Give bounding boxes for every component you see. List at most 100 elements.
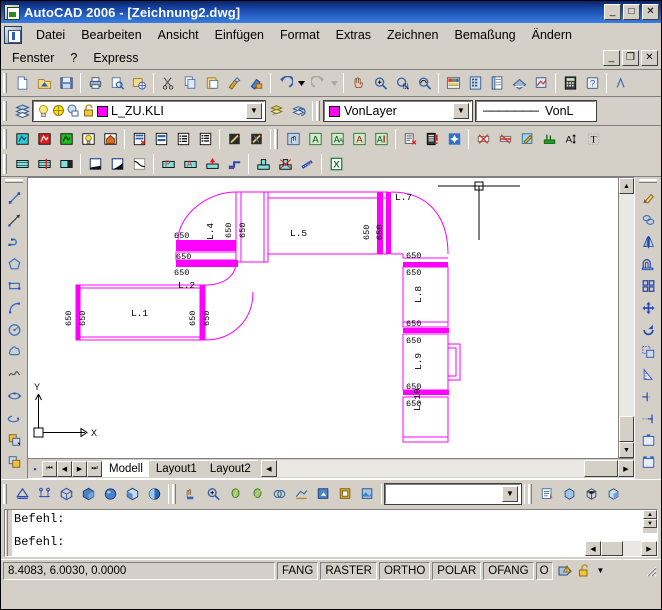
tab-last-button[interactable]: ⏭: [87, 460, 102, 477]
undo-dropdown-icon[interactable]: [296, 72, 307, 94]
list-new-icon[interactable]: [128, 128, 150, 150]
menu-ansicht[interactable]: Ansicht: [150, 26, 207, 44]
zoom-render-icon[interactable]: [202, 483, 224, 505]
draw-toolbar-grip[interactable]: [5, 179, 23, 185]
layer-toolbar-grip[interactable]: [3, 101, 9, 121]
tab-first-button[interactable]: ⏮: [42, 460, 57, 477]
command-hscroll-left-button[interactable]: ◀: [585, 541, 601, 556]
tee-icon[interactable]: [252, 153, 274, 175]
hscroll-track[interactable]: [276, 460, 584, 477]
make-object-layer-current-icon[interactable]: [265, 100, 287, 122]
kli-red-icon[interactable]: [33, 128, 55, 150]
plot-preview-icon[interactable]: [106, 72, 128, 94]
maximize-button[interactable]: □: [623, 4, 640, 20]
menu-einfuegen[interactable]: Einfügen: [207, 26, 272, 44]
menu-fenster[interactable]: Fenster: [4, 49, 62, 67]
properties-icon[interactable]: [442, 72, 464, 94]
rotate-icon[interactable]: [637, 319, 659, 341]
cut-icon[interactable]: [157, 72, 179, 94]
duct-cut2-icon[interactable]: [245, 128, 267, 150]
mdi-restore-button[interactable]: ❐: [622, 49, 639, 66]
line-icon[interactable]: [3, 187, 25, 209]
break-at-point-icon[interactable]: [637, 429, 659, 451]
app-control-icon[interactable]: [4, 25, 22, 44]
command-scroll-down-button[interactable]: ▼: [643, 519, 657, 528]
command-window-grip[interactable]: [5, 510, 12, 556]
coordinate-display[interactable]: 8.4083, 6.0030, 0.0000: [3, 561, 275, 580]
mirror-icon[interactable]: [637, 231, 659, 253]
tool-palettes-icon[interactable]: [486, 72, 508, 94]
status-toggle-fang[interactable]: FANG: [277, 561, 319, 580]
polyline-icon[interactable]: [3, 231, 25, 253]
scroll-down-button[interactable]: ▼: [619, 442, 634, 458]
move-icon[interactable]: [637, 297, 659, 319]
text-a-red-icon[interactable]: A: [348, 128, 370, 150]
sheet-set-icon[interactable]: [508, 72, 530, 94]
comm-center-icon[interactable]: !: [557, 563, 574, 579]
status-tray-arrow[interactable]: ▼: [597, 566, 605, 575]
view-flat-icon[interactable]: [602, 483, 624, 505]
color-control-combo[interactable]: VonLayer ▼: [323, 100, 473, 122]
command-vertical-scrollbar[interactable]: ▲ ▼: [643, 510, 657, 533]
shade-sphere-icon[interactable]: [99, 483, 121, 505]
a-marker-icon[interactable]: A: [179, 153, 201, 175]
menu-aendern[interactable]: Ändern: [524, 26, 580, 44]
duct-green-icon[interactable]: [538, 128, 560, 150]
text-toolbar-grip[interactable]: [274, 128, 280, 149]
background-icon[interactable]: [356, 483, 378, 505]
text-edit-icon[interactable]: [399, 128, 421, 150]
tab-next-button[interactable]: ▶: [72, 460, 87, 477]
calculator-icon[interactable]: [559, 72, 581, 94]
status-toggle-raster[interactable]: RASTER: [320, 561, 377, 580]
help-icon[interactable]: ?: [581, 72, 603, 94]
resize-grip[interactable]: [644, 564, 657, 577]
shade-box-icon[interactable]: [121, 483, 143, 505]
vscroll-track[interactable]: [619, 194, 634, 416]
paste-icon[interactable]: [201, 72, 223, 94]
status-toggle-polar[interactable]: POLAR: [432, 561, 482, 580]
light-icon[interactable]: [224, 483, 246, 505]
revision-cloud-icon[interactable]: [3, 341, 25, 363]
stretch-icon[interactable]: [637, 363, 659, 385]
light2-icon[interactable]: [246, 483, 268, 505]
hvac-toolbar-grip[interactable]: [3, 128, 9, 149]
render-pref-icon[interactable]: [312, 483, 334, 505]
mdi-minimize-button[interactable]: _: [603, 49, 620, 66]
display-toolbar-grip[interactable]: [528, 483, 534, 504]
tab-layout2[interactable]: Layout2: [202, 460, 258, 477]
trim-icon[interactable]: [637, 385, 659, 407]
ellipse-arc-icon[interactable]: [3, 407, 25, 429]
circle-icon[interactable]: [3, 319, 25, 341]
layer-lock-icon[interactable]: [81, 104, 96, 118]
block-editor-icon[interactable]: [245, 72, 267, 94]
layer-previous-icon[interactable]: [287, 100, 309, 122]
kli-green-icon[interactable]: [55, 128, 77, 150]
make-block-icon[interactable]: [3, 451, 25, 473]
layer-freeze-viewport-icon[interactable]: [66, 104, 81, 118]
command-hscroll-thumb[interactable]: [601, 541, 623, 556]
publish-icon[interactable]: [128, 72, 150, 94]
pan-icon[interactable]: [347, 72, 369, 94]
redo-icon[interactable]: [307, 72, 329, 94]
command-hscroll-right-button[interactable]: ▶: [641, 541, 657, 556]
view-camera-icon[interactable]: [33, 483, 55, 505]
canvas-horizontal-scrollbar[interactable]: ◀ ▶: [260, 460, 634, 477]
insert-block-icon[interactable]: [3, 429, 25, 451]
open-icon[interactable]: [33, 72, 55, 94]
save-icon[interactable]: [55, 72, 77, 94]
flex-duct-icon[interactable]: [296, 153, 318, 175]
markup-set-icon[interactable]: [530, 72, 552, 94]
minimize-button[interactable]: _: [604, 4, 621, 20]
scroll-up-button[interactable]: ▲: [619, 178, 634, 194]
step-icon[interactable]: [223, 153, 245, 175]
hscroll-thumb[interactable]: [584, 460, 618, 477]
up-arrow-icon[interactable]: [201, 153, 223, 175]
menu-datei[interactable]: Datei: [28, 26, 73, 44]
designcenter-icon[interactable]: [464, 72, 486, 94]
render-scene-combo[interactable]: ▼: [384, 482, 522, 505]
offset-icon[interactable]: [637, 253, 659, 275]
shade-gouraud-icon[interactable]: [143, 483, 165, 505]
scale-icon[interactable]: [637, 341, 659, 363]
zoom-window-icon[interactable]: [391, 72, 413, 94]
copy-object-icon[interactable]: [637, 209, 659, 231]
